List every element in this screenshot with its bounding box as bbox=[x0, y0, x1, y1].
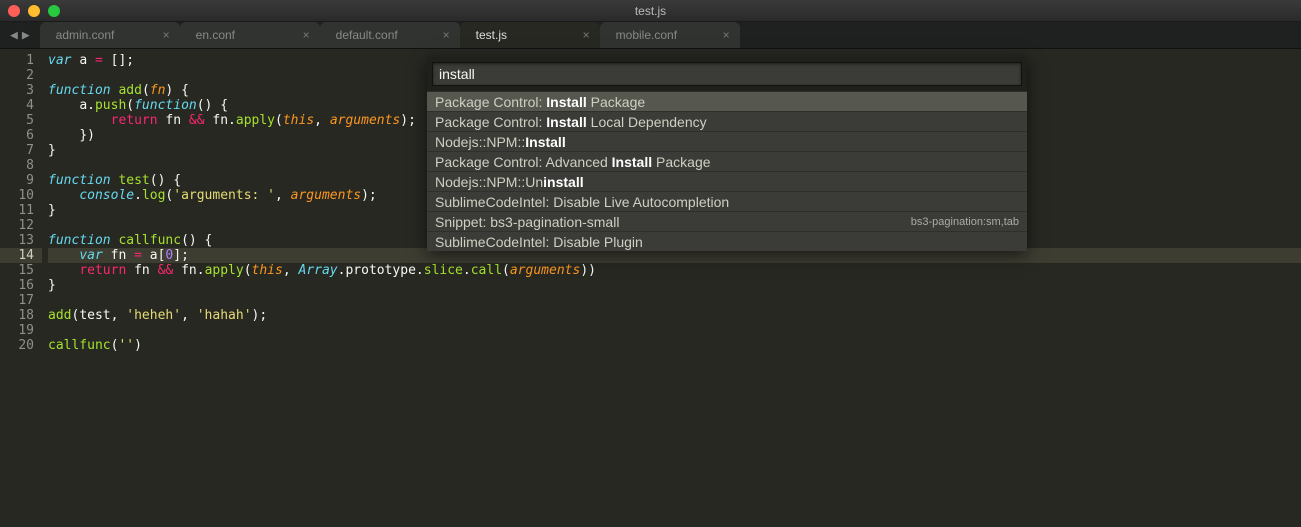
tab-label: test.js bbox=[476, 28, 507, 42]
tab-en-conf[interactable]: en.conf × bbox=[180, 22, 320, 48]
code-line: add(test, 'heheh', 'hahah'); bbox=[48, 308, 1301, 323]
code-line bbox=[48, 293, 1301, 308]
toolbar: ◀ ▶ admin.conf×en.conf×default.conf×test… bbox=[0, 22, 1301, 49]
palette-item[interactable]: SublimeCodeIntel: Disable Plugin bbox=[427, 231, 1027, 251]
line-number: 10 bbox=[0, 188, 34, 203]
code-line: } bbox=[48, 278, 1301, 293]
close-window-button[interactable] bbox=[8, 5, 20, 17]
palette-item-label: SublimeCodeIntel: Disable Live Autocompl… bbox=[435, 194, 729, 210]
palette-item-label: Package Control: Advanced Install Packag… bbox=[435, 154, 711, 170]
palette-item[interactable]: Package Control: Install Local Dependenc… bbox=[427, 111, 1027, 131]
tab-label: mobile.conf bbox=[616, 28, 677, 42]
line-number: 2 bbox=[0, 68, 34, 83]
line-number: 6 bbox=[0, 128, 34, 143]
line-number: 17 bbox=[0, 293, 34, 308]
line-number: 1 bbox=[0, 53, 34, 68]
palette-list: Package Control: Install Package Package … bbox=[427, 91, 1027, 251]
palette-item[interactable]: Package Control: Advanced Install Packag… bbox=[427, 151, 1027, 171]
window-title: test.js bbox=[635, 4, 666, 18]
code-line: callfunc('') bbox=[48, 338, 1301, 353]
line-number: 14 bbox=[0, 248, 42, 263]
palette-item[interactable]: SublimeCodeIntel: Disable Live Autocompl… bbox=[427, 191, 1027, 211]
tab-mobile-conf[interactable]: mobile.conf × bbox=[600, 22, 740, 48]
line-number: 19 bbox=[0, 323, 34, 338]
palette-input[interactable] bbox=[432, 62, 1022, 86]
close-icon[interactable]: × bbox=[303, 28, 310, 42]
line-number: 7 bbox=[0, 143, 34, 158]
palette-item[interactable]: Nodejs::NPM::Uninstall bbox=[427, 171, 1027, 191]
line-number: 9 bbox=[0, 173, 34, 188]
close-icon[interactable]: × bbox=[583, 28, 590, 42]
gutter: 1234567891011121314151617181920 bbox=[0, 49, 42, 527]
palette-item-label: Nodejs::NPM::Uninstall bbox=[435, 174, 584, 190]
palette-input-wrap bbox=[427, 57, 1027, 91]
code-line: return fn && fn.apply(this, Array.protot… bbox=[48, 263, 1301, 278]
line-number: 4 bbox=[0, 98, 34, 113]
palette-item-label: SublimeCodeIntel: Disable Plugin bbox=[435, 234, 643, 250]
line-number: 18 bbox=[0, 308, 34, 323]
line-number: 12 bbox=[0, 218, 34, 233]
tab-label: admin.conf bbox=[56, 28, 115, 42]
line-number: 16 bbox=[0, 278, 34, 293]
tab-admin-conf[interactable]: admin.conf × bbox=[40, 22, 180, 48]
close-icon[interactable]: × bbox=[443, 28, 450, 42]
code-line bbox=[48, 323, 1301, 338]
palette-item[interactable]: Package Control: Install Package bbox=[427, 91, 1027, 111]
titlebar: test.js bbox=[0, 0, 1301, 22]
tab-test-js[interactable]: test.js × bbox=[460, 22, 600, 48]
palette-item-label: Nodejs::NPM::Install bbox=[435, 134, 566, 150]
line-number: 5 bbox=[0, 113, 34, 128]
palette-item-hint: bs3-pagination:sm,tab bbox=[911, 216, 1019, 228]
close-icon[interactable]: × bbox=[723, 28, 730, 42]
minimize-window-button[interactable] bbox=[28, 5, 40, 17]
palette-item-label: Snippet: bs3-pagination-small bbox=[435, 214, 619, 230]
nav-back-icon[interactable]: ◀ bbox=[10, 28, 18, 43]
nav-forward-icon[interactable]: ▶ bbox=[22, 28, 30, 43]
nav-arrows: ◀ ▶ bbox=[0, 22, 40, 48]
line-number: 20 bbox=[0, 338, 34, 353]
palette-item-label: Package Control: Install Package bbox=[435, 94, 645, 110]
palette-item-label: Package Control: Install Local Dependenc… bbox=[435, 114, 707, 130]
command-palette: Package Control: Install Package Package … bbox=[427, 57, 1027, 251]
palette-item[interactable]: Nodejs::NPM::Install bbox=[427, 131, 1027, 151]
line-number: 15 bbox=[0, 263, 34, 278]
traffic-lights bbox=[8, 5, 60, 17]
line-number: 11 bbox=[0, 203, 34, 218]
line-number: 3 bbox=[0, 83, 34, 98]
line-number: 13 bbox=[0, 233, 34, 248]
tab-label: default.conf bbox=[336, 28, 398, 42]
zoom-window-button[interactable] bbox=[48, 5, 60, 17]
tabs: admin.conf × en.conf × default.conf × test.js ×… bbox=[40, 22, 740, 48]
line-number: 8 bbox=[0, 158, 34, 173]
tab-label: en.conf bbox=[196, 28, 235, 42]
palette-item[interactable]: Snippet: bs3-pagination-small bs3-paginat… bbox=[427, 211, 1027, 231]
close-icon[interactable]: × bbox=[163, 28, 170, 42]
tab-default-conf[interactable]: default.conf × bbox=[320, 22, 460, 48]
